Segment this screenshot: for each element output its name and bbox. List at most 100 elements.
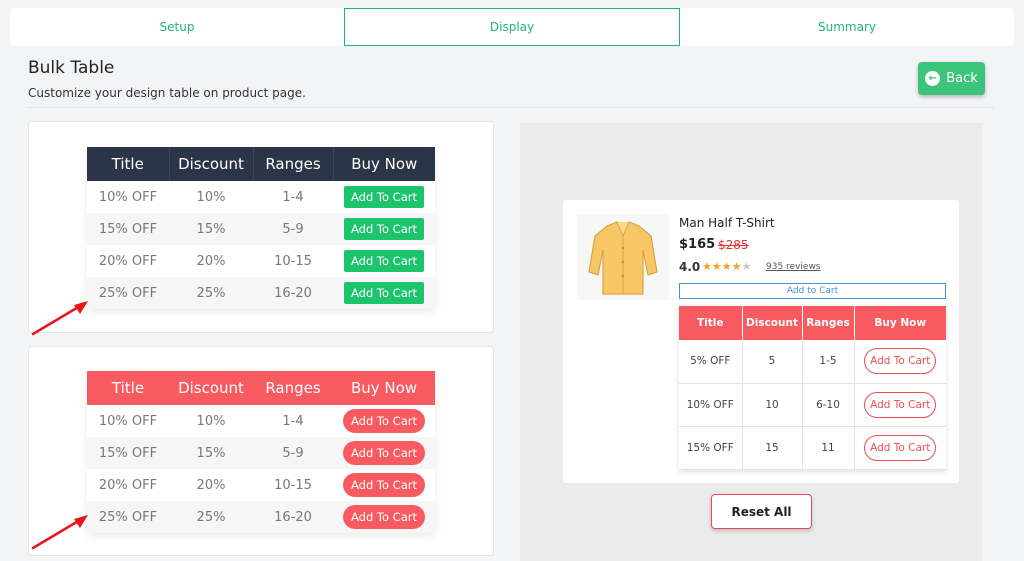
column-header-buy-now: Buy Now: [854, 306, 946, 340]
back-arrow-icon: ←: [925, 71, 941, 86]
table-row: 15% OFF 15 11 Add To Cart: [679, 426, 946, 470]
column-header-title: Title: [679, 306, 743, 340]
cell-range: 10-15: [253, 469, 333, 501]
column-header-discount: Discount: [169, 147, 254, 181]
cell-discount: 25%: [169, 277, 253, 309]
reviews-link[interactable]: 935 reviews: [766, 262, 821, 272]
cell-range: 10-15: [253, 245, 333, 277]
back-button[interactable]: ← Back: [918, 62, 985, 95]
bulk-table-dark: Title Discount Ranges Buy Now 10% OFF 10…: [87, 147, 435, 309]
add-to-cart-button[interactable]: Add To Cart: [343, 473, 425, 497]
table-row: 20% OFF 20% 10-15 Add To Cart: [87, 469, 435, 501]
star-icon: ★: [711, 260, 722, 273]
cell-title: 10% OFF: [679, 383, 743, 427]
back-button-label: Back: [946, 71, 978, 86]
column-header-ranges: Ranges: [253, 147, 334, 181]
bulk-table-red: Title Discount Ranges Buy Now 10% OFF 10…: [87, 371, 435, 533]
table-row: 15% OFF 15% 5-9 Add To Cart: [87, 213, 435, 245]
cell-title: 15% OFF: [679, 426, 743, 470]
product-rating: 4.0: [679, 260, 701, 274]
step-tabs: Setup Display Summary: [10, 8, 1014, 46]
product-name: Man Half T-Shirt: [679, 216, 775, 230]
star-icon: ★: [741, 260, 752, 273]
cell-title: 25% OFF: [87, 277, 169, 309]
cell-range: 1-4: [253, 405, 333, 437]
tab-display[interactable]: Display: [344, 8, 680, 46]
cell-range: 16-20: [253, 501, 333, 533]
cell-discount: 10%: [169, 405, 253, 437]
cell-discount: 10%: [169, 181, 253, 213]
table-row: 20% OFF 20% 10-15 Add To Cart: [87, 245, 435, 277]
cell-range: 16-20: [253, 277, 333, 309]
add-to-cart-button[interactable]: Add To Cart: [343, 441, 425, 465]
cell-title: 15% OFF: [87, 437, 169, 469]
column-header-ranges: Ranges: [802, 306, 855, 340]
product-image: [577, 214, 669, 300]
star-rating: ★★★★★: [702, 260, 751, 273]
cell-title: 10% OFF: [87, 405, 169, 437]
product-old-price: $285: [718, 238, 749, 252]
add-to-cart-button[interactable]: Add To Cart: [864, 391, 937, 418]
cell-title: 15% OFF: [87, 213, 169, 245]
star-icon: ★: [721, 260, 732, 273]
cell-range: 5-9: [253, 213, 333, 245]
cell-discount: 5: [742, 340, 803, 384]
column-header-discount: Discount: [169, 371, 253, 405]
cell-range: 1-5: [802, 340, 855, 384]
cell-range: 5-9: [253, 437, 333, 469]
add-to-cart-button[interactable]: Add To Cart: [344, 250, 424, 272]
column-header-discount: Discount: [742, 306, 803, 340]
annotation-arrow-icon: [31, 301, 88, 336]
star-icon: ★: [731, 260, 742, 273]
product-preview-card: Man Half T-Shirt $165 $285 4.0 ★★★★★ 935…: [563, 200, 959, 483]
annotation-arrow-icon: [31, 515, 88, 550]
cell-title: 25% OFF: [87, 501, 169, 533]
cell-title: 10% OFF: [87, 181, 169, 213]
tab-setup[interactable]: Setup: [10, 8, 344, 46]
add-to-cart-button[interactable]: Add To Cart: [343, 505, 425, 529]
star-icon: ★: [702, 260, 712, 273]
cell-discount: 10: [742, 383, 803, 427]
cell-discount: 20%: [169, 245, 253, 277]
column-header-buy-now: Buy Now: [333, 147, 435, 181]
column-header-buy-now: Buy Now: [333, 371, 435, 405]
tab-summary[interactable]: Summary: [680, 8, 1014, 46]
cell-discount: 20%: [169, 469, 253, 501]
column-header-ranges: Ranges: [253, 371, 333, 405]
table-row: 25% OFF 25% 16-20 Add To Cart: [87, 277, 435, 309]
design-option-dark[interactable]: Title Discount Ranges Buy Now 10% OFF 10…: [28, 121, 494, 333]
add-to-cart-button[interactable]: Add To Cart: [344, 218, 424, 240]
page-title: Bulk Table: [28, 58, 115, 78]
divider: [28, 107, 994, 108]
column-header-title: Title: [87, 371, 169, 405]
cell-range: 1-4: [253, 181, 333, 213]
table-row: 10% OFF 10% 1-4 Add To Cart: [87, 181, 435, 213]
table-row: 5% OFF 5 1-5 Add To Cart: [679, 340, 946, 384]
cell-discount: 25%: [169, 501, 253, 533]
design-option-red[interactable]: Title Discount Ranges Buy Now 10% OFF 10…: [28, 346, 494, 556]
cell-discount: 15: [742, 426, 803, 470]
cell-discount: 15%: [169, 437, 253, 469]
cell-range: 6-10: [802, 383, 855, 427]
table-row: 10% OFF 10% 1-4 Add To Cart: [87, 405, 435, 437]
cell-title: 5% OFF: [679, 340, 743, 384]
table-row: 10% OFF 10 6-10 Add To Cart: [679, 383, 946, 427]
table-row: 25% OFF 25% 16-20 Add To Cart: [87, 501, 435, 533]
page-subtitle: Customize your design table on product p…: [28, 86, 306, 100]
add-to-cart-button[interactable]: Add To Cart: [344, 282, 424, 304]
add-to-cart-link[interactable]: Add to Cart: [679, 283, 946, 299]
add-to-cart-button[interactable]: Add To Cart: [344, 186, 424, 208]
reset-all-button[interactable]: Reset All: [711, 494, 812, 529]
preview-bulk-table: Title Discount Ranges Buy Now 5% OFF 5 1…: [679, 306, 946, 470]
add-to-cart-button[interactable]: Add To Cart: [343, 409, 425, 433]
cell-title: 20% OFF: [87, 469, 169, 501]
add-to-cart-button[interactable]: Add To Cart: [864, 434, 937, 461]
cell-range: 11: [802, 426, 855, 470]
table-row: 15% OFF 15% 5-9 Add To Cart: [87, 437, 435, 469]
shirt-icon: [588, 221, 658, 295]
column-header-title: Title: [87, 147, 170, 181]
product-price: $165: [679, 237, 716, 252]
cell-title: 20% OFF: [87, 245, 169, 277]
app-frame: Setup Display Summary Bulk Table Customi…: [10, 0, 1014, 561]
add-to-cart-button[interactable]: Add To Cart: [864, 348, 937, 375]
